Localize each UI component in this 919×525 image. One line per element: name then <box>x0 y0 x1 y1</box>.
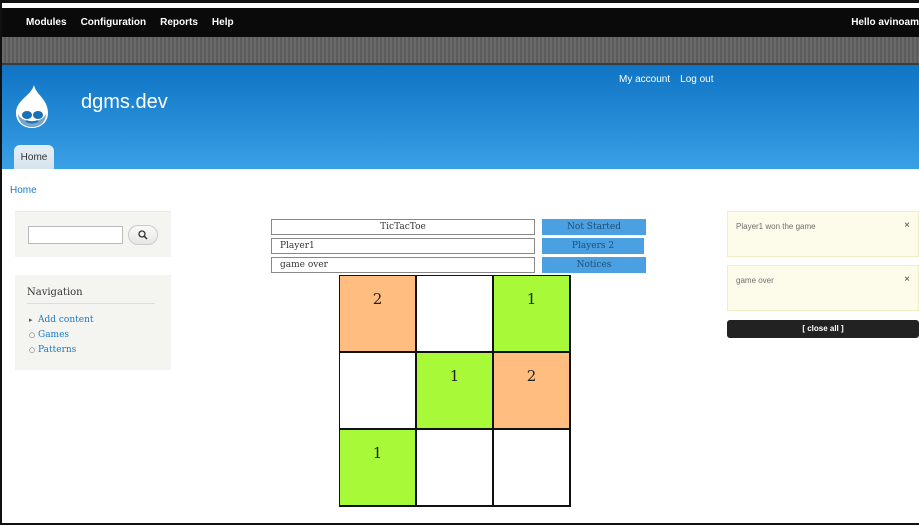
triangle-bullet-icon: ▸ <box>29 315 33 324</box>
circle-bullet-icon: ○ <box>29 330 36 339</box>
board-cell[interactable] <box>416 275 493 352</box>
board-cell[interactable]: 2 <box>339 275 416 352</box>
nav-item-label: Games <box>38 329 70 340</box>
nav-item-label: Add content <box>38 314 94 325</box>
admin-menu-modules[interactable]: Modules <box>26 17 67 28</box>
close-icon[interactable]: × <box>904 220 910 231</box>
nav-item-label: Patterns <box>38 344 77 355</box>
search-input[interactable] <box>28 226 123 244</box>
admin-menu-help[interactable]: Help <box>212 17 234 28</box>
notice-text: Player1 won the game <box>736 222 816 231</box>
navigation-block: Navigation ▸ Add content ○ Games ○ Patterns <box>15 275 171 370</box>
game-state-button[interactable]: Not Started <box>542 219 646 235</box>
navigation-list: ▸ Add content ○ Games ○ Patterns <box>29 312 94 357</box>
search-block <box>15 211 171 257</box>
username-link[interactable]: avinoam <box>878 17 919 28</box>
current-player: Player1 <box>271 238 535 254</box>
tictactoe-board: 21121 <box>339 275 571 507</box>
close-all-button[interactable]: [ close all ] <box>727 320 919 338</box>
drupal-drop-icon[interactable] <box>14 83 50 129</box>
nav-item-add-content[interactable]: ▸ Add content <box>29 312 94 327</box>
board-cell[interactable]: 2 <box>493 352 570 429</box>
admin-menu-configuration[interactable]: Configuration <box>81 17 147 28</box>
site-header: dgms.dev My account Log out Home <box>2 65 919 169</box>
notice-text: game over <box>736 276 774 285</box>
board-cell[interactable] <box>416 429 493 506</box>
user-greeting: Hello avinoam <box>851 17 919 28</box>
navigation-divider <box>27 303 155 304</box>
game-status: game over <box>271 257 535 273</box>
nav-item-patterns[interactable]: ○ Patterns <box>29 342 94 357</box>
board-cell[interactable] <box>339 352 416 429</box>
game-name: TicTacToe <box>271 219 535 235</box>
site-name[interactable]: dgms.dev <box>81 91 168 114</box>
close-icon[interactable]: × <box>904 274 910 285</box>
nav-item-games[interactable]: ○ Games <box>29 327 94 342</box>
board-cell[interactable]: 1 <box>493 275 570 352</box>
navigation-title: Navigation <box>27 287 83 298</box>
board-cell[interactable]: 1 <box>416 352 493 429</box>
notice-message: Player1 won the game × <box>727 211 919 257</box>
admin-toolbar: Modules Configuration Reports Help Hello… <box>2 8 919 37</box>
greeting-prefix: Hello <box>851 17 879 28</box>
my-account-link[interactable]: My account <box>619 74 670 85</box>
admin-menu: Modules Configuration Reports Help <box>26 17 234 28</box>
admin-menu-reports[interactable]: Reports <box>160 17 198 28</box>
notices-button[interactable]: Notices <box>542 257 646 273</box>
browser-frame: Modules Configuration Reports Help Hello… <box>0 0 919 525</box>
log-out-link[interactable]: Log out <box>680 74 713 85</box>
shortcut-bar <box>2 37 919 65</box>
board-cell[interactable]: 1 <box>339 429 416 506</box>
board-cell[interactable] <box>493 429 570 506</box>
tab-home[interactable]: Home <box>14 145 54 169</box>
search-button[interactable] <box>128 225 158 245</box>
breadcrumb[interactable]: Home <box>10 185 37 196</box>
players-button[interactable]: Players 2 <box>542 238 644 254</box>
circle-bullet-icon: ○ <box>29 345 36 354</box>
search-icon <box>138 230 148 240</box>
secondary-menu: My account Log out <box>619 74 714 85</box>
notice-message: game over × <box>727 265 919 311</box>
